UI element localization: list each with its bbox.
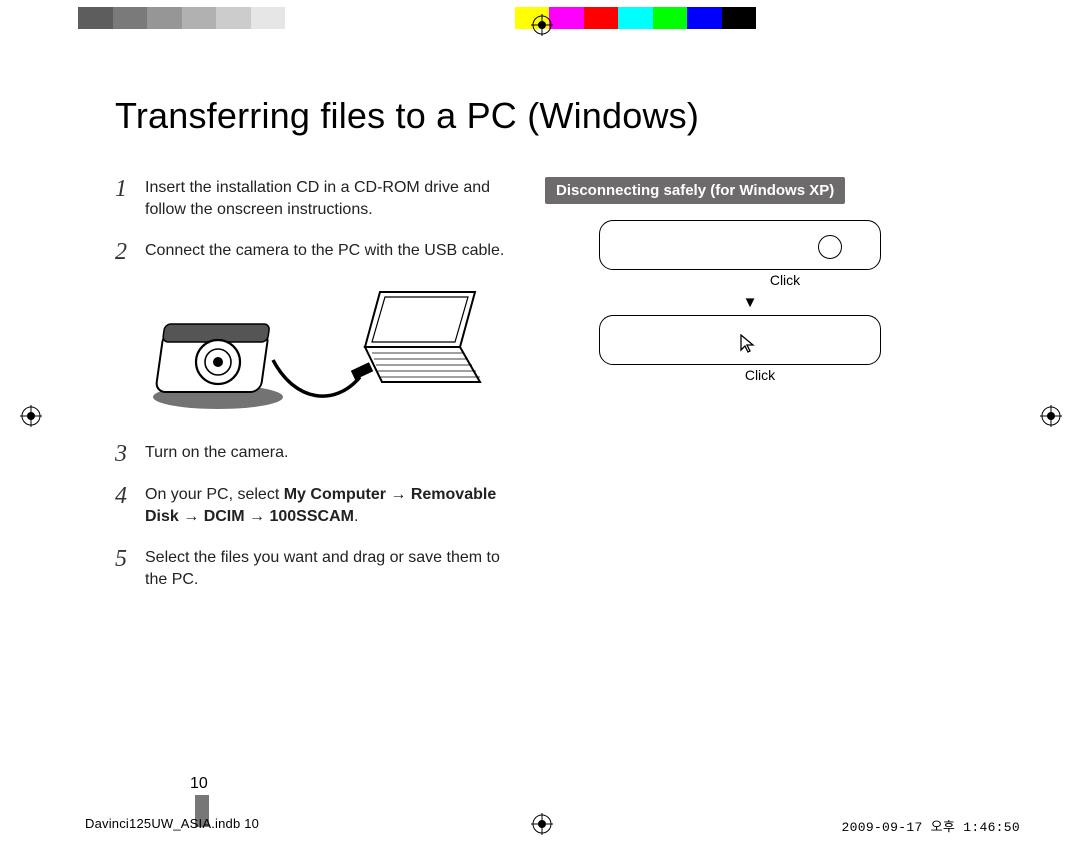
- step-5: 5 Select the files you want and drag or …: [115, 547, 515, 592]
- color-swatch: [584, 7, 619, 29]
- color-swatch: [251, 7, 286, 29]
- step-number: 4: [115, 484, 145, 508]
- step-2: 2 Connect the camera to the PC with the …: [115, 240, 515, 264]
- step-1: 1 Insert the installation CD in a CD-ROM…: [115, 177, 515, 222]
- reg-mark-right: [1040, 405, 1062, 427]
- step-text: Select the files you want and drag or sa…: [145, 547, 515, 592]
- cursor-icon: [740, 334, 756, 354]
- footer-timestamp: 2009-09-17 오후 1:46:50: [842, 816, 1020, 835]
- step-text: Turn on the camera.: [145, 442, 288, 464]
- color-swatch: [285, 7, 320, 29]
- click-label-1: Click: [645, 272, 925, 288]
- color-swatch: [722, 7, 757, 29]
- step-number: 5: [115, 547, 145, 571]
- confirm-dialog: [599, 315, 881, 365]
- reg-mark-left: [20, 405, 42, 427]
- footer-filename: Davinci125UW_ASIA.indb 10: [85, 816, 259, 831]
- step-text: On your PC, select My Computer → Removab…: [145, 484, 515, 529]
- disconnect-heading: Disconnecting safely (for Windows XP): [545, 177, 845, 204]
- page-number: 10: [190, 775, 208, 793]
- step-4: 4 On your PC, select My Computer → Remov…: [115, 484, 515, 529]
- safely-remove-icon: [818, 235, 842, 259]
- color-swatch: [653, 7, 688, 29]
- print-color-bar: [78, 7, 756, 29]
- color-swatch: [113, 7, 148, 29]
- systray-dialog: [599, 220, 881, 270]
- step-number: 1: [115, 177, 145, 201]
- step-text: Connect the camera to the PC with the US…: [145, 240, 504, 262]
- step-number: 3: [115, 442, 145, 466]
- reg-mark-top: [531, 14, 553, 36]
- disconnect-column: Disconnecting safely (for Windows XP) Cl…: [545, 177, 925, 609]
- color-swatch: [549, 7, 584, 29]
- color-swatch: [216, 7, 251, 29]
- page-content: Transferring files to a PC (Windows) 1 I…: [115, 95, 965, 609]
- step-text: Insert the installation CD in a CD-ROM d…: [145, 177, 515, 222]
- page-title: Transferring files to a PC (Windows): [115, 95, 965, 137]
- click-label-2: Click: [620, 367, 900, 383]
- disconnect-diagram: Click ▼ Click: [555, 220, 925, 383]
- arrow-down-icon: ▼: [565, 294, 935, 311]
- color-swatch: [687, 7, 722, 29]
- step-number: 2: [115, 240, 145, 264]
- step-3: 3 Turn on the camera.: [115, 442, 515, 466]
- camera-laptop-illustration: [145, 282, 485, 422]
- reg-mark-bottom: [531, 813, 553, 835]
- steps-column: 1 Insert the installation CD in a CD-ROM…: [115, 177, 515, 609]
- color-swatch: [182, 7, 217, 29]
- color-swatch: [147, 7, 182, 29]
- color-swatch: [618, 7, 653, 29]
- color-swatch: [78, 7, 113, 29]
